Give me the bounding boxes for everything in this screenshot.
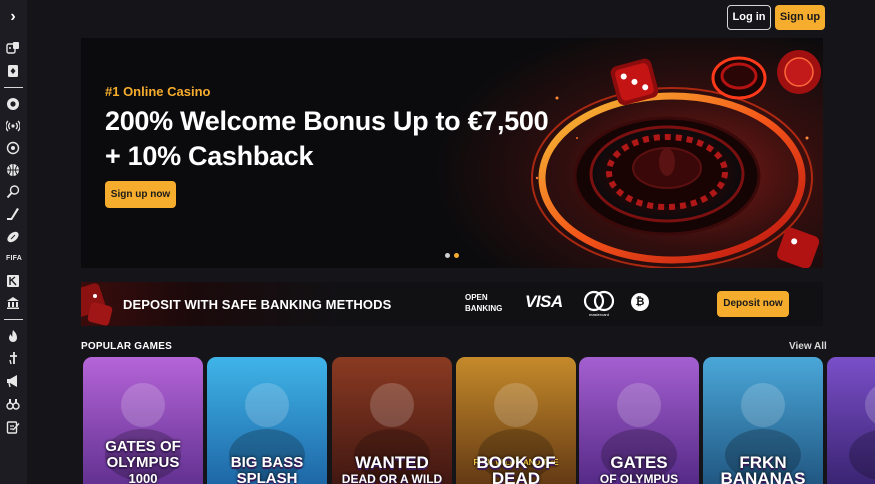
game-title-caption: OF OLYMPUS <box>599 472 679 484</box>
carousel-dot-1[interactable] <box>445 253 450 258</box>
game-tile[interactable]: WANTED DEAD OR A WILD <box>332 357 452 484</box>
game-title: FRKN BANANAS <box>707 453 819 484</box>
game-title-text: FRKN BANANAS <box>720 453 806 484</box>
visa-logo: VISA <box>525 292 563 311</box>
signup-button[interactable]: Sign up <box>775 5 825 30</box>
game-title: WANTED DEAD OR A WILD <box>336 453 448 484</box>
login-button[interactable]: Log in <box>727 5 771 30</box>
hero-title: 200% Welcome Bonus Up to €7,500 + 10% Ca… <box>105 104 575 174</box>
carousel-dot-2[interactable] <box>454 253 459 258</box>
game-title-text: BIG BASS SPLASH <box>230 454 304 484</box>
open-banking-line2: BANKING <box>465 304 503 313</box>
sidebar: › FIFA <box>0 0 27 484</box>
game-title: BIG BASS SPLASH <box>211 455 323 484</box>
open-banking-logo: OPEN BANKING <box>465 292 502 314</box>
cross-icon[interactable] <box>6 351 20 365</box>
bitcoin-icon: ₿ <box>631 293 649 311</box>
hero-banner[interactable]: #1 Online Casino 200% Welcome Bonus Up t… <box>81 38 823 268</box>
game-title: GATES OF OLYMPUS 1000 <box>87 439 199 484</box>
tennis-icon[interactable] <box>6 185 20 199</box>
banking-title: DEPOSIT WITH SAFE BANKING METHODS <box>123 297 392 312</box>
sidebar-divider <box>4 319 23 320</box>
sidebar-divider <box>4 87 23 88</box>
hero-kicker: #1 Online Casino <box>105 84 211 99</box>
banking-banner[interactable]: DEPOSIT WITH SAFE BANKING METHODS OPEN B… <box>81 282 823 326</box>
game-tile[interactable]: FRKN BANANAS <box>703 357 823 484</box>
game-title-text: GATES OF OLYMPUS <box>105 438 181 471</box>
game-title-caption: DEAD OR A WILD <box>341 472 443 484</box>
popular-games-row: GATES OF OLYMPUS 1000 BIG BASS SPLASH WANTE… <box>81 357 875 484</box>
basketball-icon[interactable] <box>6 163 20 177</box>
open-banking-line1: OPEN <box>465 293 488 302</box>
game-tile[interactable]: RICH WILDE AND THE BOOK OF DEAD <box>456 357 576 484</box>
game-title-text: GATES <box>610 453 668 472</box>
hero-signup-button[interactable]: Sign up now <box>105 181 176 208</box>
top-header: Log in Sign up <box>27 0 875 36</box>
fire-icon[interactable] <box>6 329 20 343</box>
stadium-icon[interactable] <box>6 296 20 310</box>
deposit-now-button[interactable]: Deposit now <box>717 291 789 317</box>
hero-title-line1: 200% Welcome Bonus Up to €7,500 <box>105 106 549 136</box>
game-title-text: BI <box>831 455 875 471</box>
hero-title-line2: + 10% Cashback <box>105 141 314 171</box>
dice-icon[interactable] <box>6 41 20 55</box>
mastercard-label: mastercard <box>588 312 609 317</box>
game-title: BID <box>831 455 875 484</box>
game-tile[interactable]: GATES OF OLYMPUS 1000 <box>83 357 203 484</box>
american-football-icon[interactable] <box>6 230 20 244</box>
binoculars-icon[interactable] <box>6 397 20 411</box>
game-title-text: BOOK OF DEAD <box>476 453 556 484</box>
target-icon[interactable] <box>6 141 20 155</box>
notepad-icon[interactable] <box>6 420 20 434</box>
esports-icon[interactable] <box>6 274 20 288</box>
live-icon[interactable] <box>6 119 20 133</box>
game-title-caption: D <box>831 471 875 484</box>
game-tile[interactable]: GATES OF OLYMPUS <box>579 357 699 484</box>
view-all-link[interactable]: View All <box>789 341 827 352</box>
hockey-icon[interactable] <box>6 207 20 221</box>
game-title-caption: 1000 <box>128 471 158 484</box>
game-tile[interactable]: BID <box>827 357 875 484</box>
cards-icon[interactable] <box>6 64 20 78</box>
megaphone-icon[interactable] <box>6 374 20 388</box>
game-title: GATES OF OLYMPUS <box>583 453 695 484</box>
game-title: BOOK OF DEAD <box>460 453 572 484</box>
chevron-right-icon[interactable]: › <box>4 6 22 28</box>
game-tile[interactable]: BIG BASS SPLASH <box>207 357 327 484</box>
game-title-text: WANTED <box>355 453 429 472</box>
fifa-label[interactable]: FIFA <box>4 255 24 262</box>
popular-games-title: POPULAR GAMES <box>81 341 172 352</box>
casino-chip-icon[interactable] <box>6 97 20 111</box>
